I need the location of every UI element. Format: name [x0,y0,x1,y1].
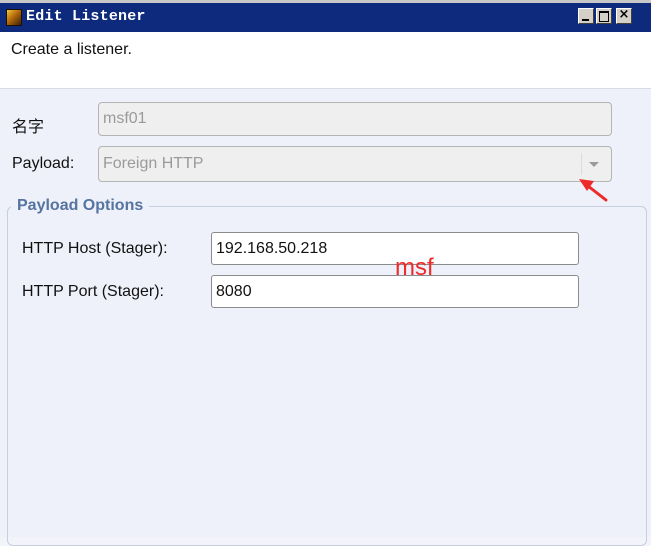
payload-select[interactable]: Foreign HTTP [98,146,612,182]
http-port-label: HTTP Port (Stager): [22,283,164,300]
annotation-label: msf [395,254,434,281]
http-host-label: HTTP Host (Stager): [22,240,168,257]
description-banner: Create a listener. [0,32,651,89]
minimize-button[interactable] [578,8,594,24]
close-icon: × [618,7,630,22]
close-button[interactable]: × [616,7,632,24]
payload-options-legend: Payload Options [11,197,150,215]
payload-label: Payload: [12,155,75,172]
title-bar[interactable]: Edit Listener × [0,0,651,32]
maximize-button[interactable] [596,8,612,24]
name-label: 名字 [12,119,45,136]
payload-value: Foreign HTTP [103,155,204,172]
minimize-icon [582,19,589,21]
banner-text: Create a listener. [11,41,132,58]
app-icon [6,9,22,26]
maximize-icon [599,11,609,22]
window-title: Edit Listener [26,8,146,25]
edit-listener-dialog: Edit Listener × Create a listener. 名字 ms… [0,0,651,546]
chevron-down-icon[interactable] [581,153,603,175]
name-field[interactable]: msf01 [98,102,612,136]
